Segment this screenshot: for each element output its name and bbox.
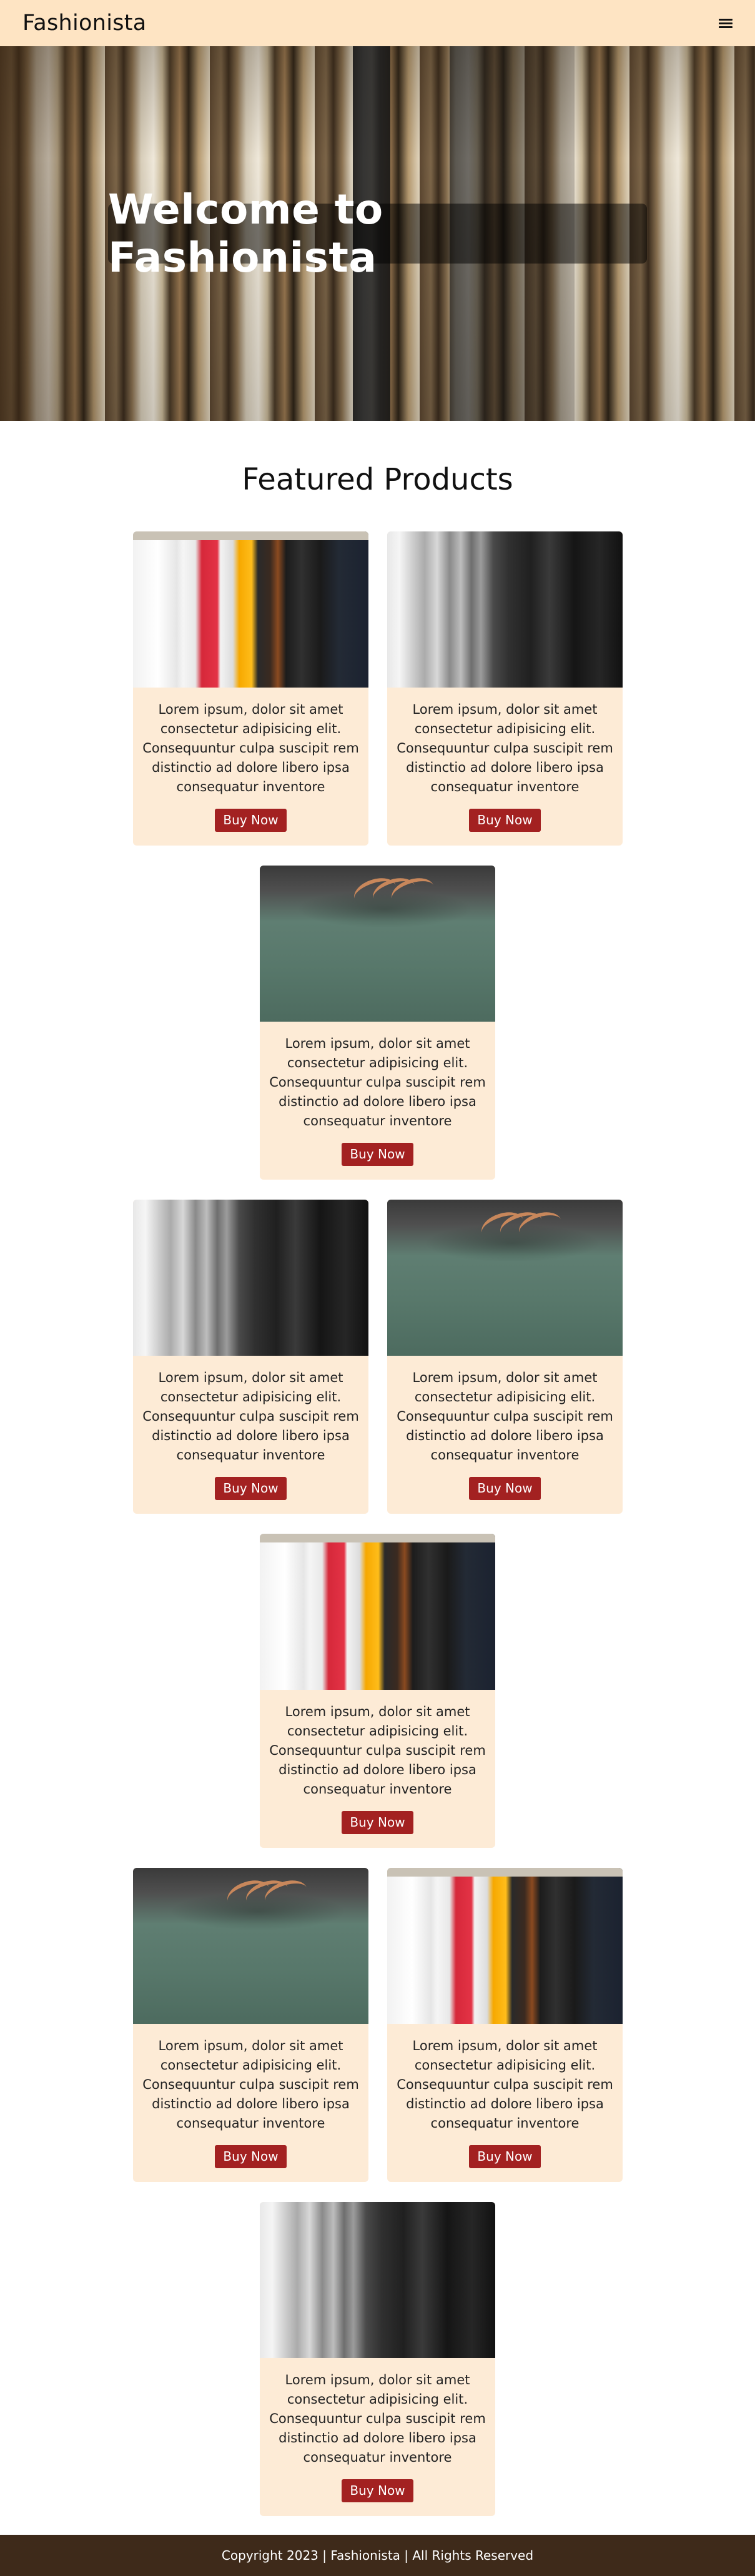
product-image[interactable] [260,2202,495,2358]
product-card: Lorem ipsum, dolor sit amet consectetur … [133,531,368,846]
buy-now-button[interactable]: Buy Now [469,1477,541,1500]
product-card: Lorem ipsum, dolor sit amet consectetur … [260,866,495,1180]
product-card: Lorem ipsum, dolor sit amet consectetur … [133,1200,368,1514]
hamburger-menu-icon[interactable] [719,17,733,29]
product-description: Lorem ipsum, dolor sit amet consectetur … [397,702,613,794]
hero-title-box: Welcome to Fashionista [108,185,647,282]
buy-now-button[interactable]: Buy Now [342,2479,413,2502]
product-description: Lorem ipsum, dolor sit amet consectetur … [269,1704,486,1797]
featured-products-title: Featured Products [242,462,513,497]
product-description: Lorem ipsum, dolor sit amet consectetur … [269,2372,486,2465]
product-description: Lorem ipsum, dolor sit amet consectetur … [142,1370,359,1463]
product-card: Lorem ipsum, dolor sit amet consectetur … [387,531,623,846]
buy-now-button[interactable]: Buy Now [469,2145,541,2168]
product-image[interactable] [133,1200,368,1356]
product-image[interactable] [387,531,623,688]
product-image[interactable] [133,531,368,688]
product-card: Lorem ipsum, dolor sit amet consectetur … [387,1200,623,1514]
product-image[interactable] [133,1868,368,2024]
product-description: Lorem ipsum, dolor sit amet consectetur … [142,2038,359,2131]
buy-now-button[interactable]: Buy Now [215,809,287,832]
product-image[interactable] [260,1534,495,1690]
buy-now-button[interactable]: Buy Now [215,2145,287,2168]
product-card: Lorem ipsum, dolor sit amet consectetur … [133,1868,368,2182]
product-description: Lorem ipsum, dolor sit amet consectetur … [397,1370,613,1463]
product-card: Lorem ipsum, dolor sit amet consectetur … [260,2202,495,2516]
product-description: Lorem ipsum, dolor sit amet consectetur … [142,702,359,794]
product-card: Lorem ipsum, dolor sit amet consectetur … [387,1868,623,2182]
product-image[interactable] [260,866,495,1022]
product-card: Lorem ipsum, dolor sit amet consectetur … [260,1534,495,1848]
buy-now-button[interactable]: Buy Now [215,1477,287,1500]
product-description: Lorem ipsum, dolor sit amet consectetur … [269,1036,486,1128]
product-image[interactable] [387,1868,623,2024]
brand-logo[interactable]: Fashionista [22,11,147,36]
product-description: Lorem ipsum, dolor sit amet consectetur … [397,2038,613,2131]
hero-title: Welcome to Fashionista [108,185,383,282]
site-footer: Copyright 2023 | Fashionista | All Right… [0,2535,755,2576]
buy-now-button[interactable]: Buy Now [342,1143,413,1166]
hero-banner: Welcome to Fashionista [0,46,755,421]
site-header: Fashionista [0,0,755,46]
buy-now-button[interactable]: Buy Now [469,809,541,832]
buy-now-button[interactable]: Buy Now [342,1811,413,1834]
product-image[interactable] [387,1200,623,1356]
footer-copyright: Copyright 2023 | Fashionista | All Right… [221,2548,534,2563]
